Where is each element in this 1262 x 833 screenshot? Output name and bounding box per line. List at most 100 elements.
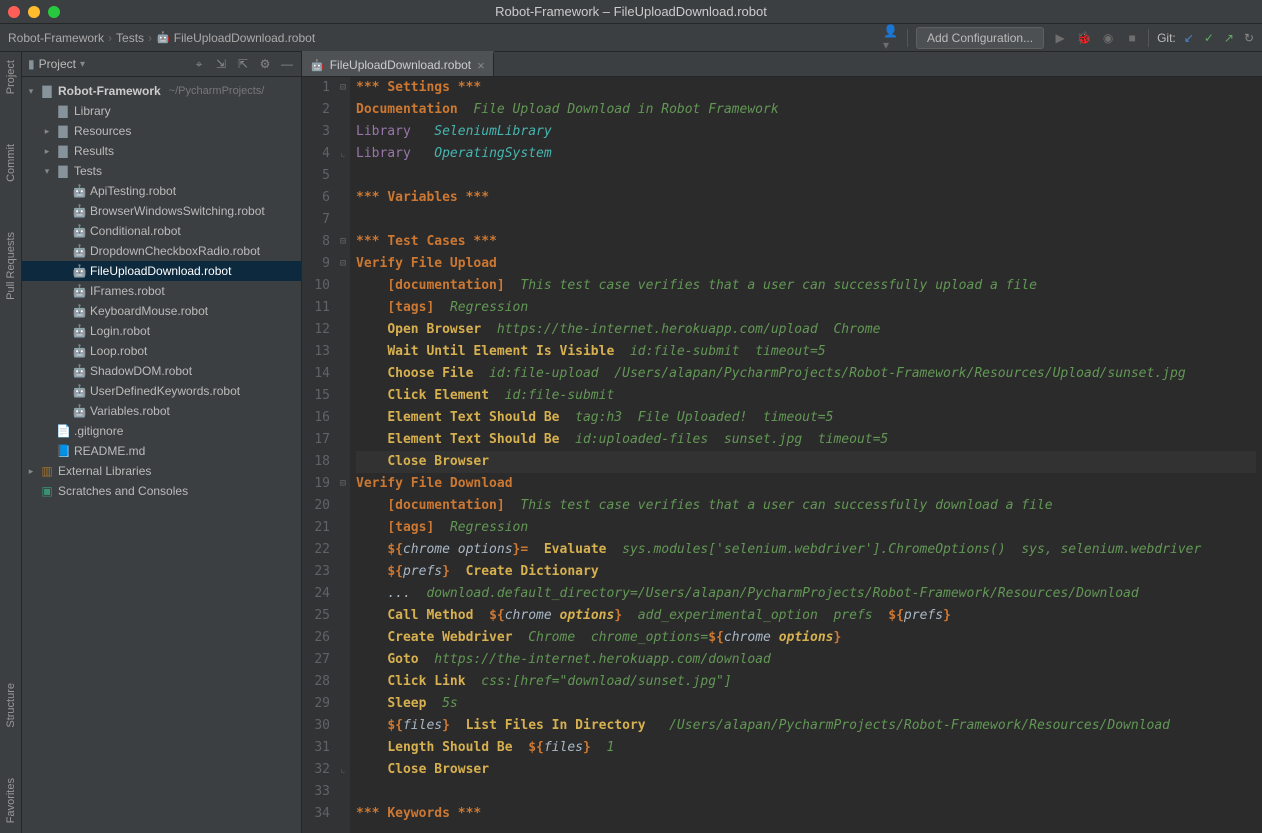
robot-file-icon: 🤖 (72, 301, 86, 321)
tree-label: Robot-Framework (58, 81, 161, 101)
robot-file-icon: 🤖 (72, 361, 86, 381)
folder-icon: ▇ (56, 161, 70, 181)
sidebar-header: ▮ Project ▾ ⌖ ⇲ ⇱ ⚙ — (22, 52, 301, 77)
editor-area: 🤖 FileUploadDownload.robot × 12345678910… (302, 52, 1262, 833)
tree-file[interactable]: 🤖Variables.robot (22, 401, 301, 421)
chevron-down-icon: ▾ (42, 161, 52, 181)
tree-root[interactable]: ▾ ▇ Robot-Framework ~/PycharmProjects/ (22, 81, 301, 101)
chevron-right-icon: › (148, 31, 152, 45)
git-commit-icon[interactable]: ✓ (1204, 31, 1214, 45)
git-pull-icon[interactable]: ↙ (1184, 31, 1194, 45)
tree-label: Results (74, 141, 114, 161)
tree-label: Resources (74, 121, 131, 141)
line-number-gutter: 12345678910 11121314151617181920 2122232… (302, 77, 336, 833)
breadcrumb-item-current[interactable]: 🤖 FileUploadDownload.robot (156, 31, 315, 45)
tree-label: Tests (74, 161, 102, 181)
chevron-down-icon: ▾ (26, 81, 36, 101)
tool-tab-commit[interactable]: Commit (5, 144, 17, 182)
window-titlebar: Robot-Framework – FileUploadDownload.rob… (0, 0, 1262, 24)
tree-label: Library (74, 101, 111, 121)
user-icon[interactable]: 👤▾ (883, 30, 899, 46)
debug-icon[interactable]: 🐞 (1076, 30, 1092, 46)
tree-file[interactable]: 🤖Loop.robot (22, 341, 301, 361)
stop-icon[interactable]: ■ (1124, 30, 1140, 46)
tree-external-libraries[interactable]: ▸▥External Libraries (22, 461, 301, 481)
hide-icon[interactable]: — (279, 57, 295, 71)
tree-file[interactable]: 🤖ShadowDOM.robot (22, 361, 301, 381)
maximize-window-icon[interactable] (48, 6, 60, 18)
toolbar-right: 👤▾ Add Configuration... ▶ 🐞 ◉ ■ Git: ↙ ✓… (883, 27, 1254, 49)
breadcrumb: Robot-Framework › Tests › 🤖 FileUploadDo… (8, 31, 315, 45)
run-icon[interactable]: ▶ (1052, 30, 1068, 46)
project-view-selector[interactable]: ▮ Project ▾ (28, 57, 85, 71)
git-label: Git: (1157, 31, 1176, 45)
window-controls (8, 6, 60, 18)
tree-file[interactable]: 🤖BrowserWindowsSwitching.robot (22, 201, 301, 221)
scratch-icon: ▣ (40, 481, 54, 501)
robot-file-icon: 🤖 (72, 321, 86, 341)
breadcrumb-item[interactable]: Tests (116, 31, 144, 45)
tree-file-gitignore[interactable]: 📄.gitignore (22, 421, 301, 441)
tool-tab-pull-requests[interactable]: Pull Requests (5, 232, 17, 300)
markdown-icon: 📘 (56, 441, 70, 461)
tool-tab-structure[interactable]: Structure (5, 683, 17, 728)
robot-file-icon: 🤖 (72, 261, 86, 281)
gear-icon[interactable]: ⚙ (257, 57, 273, 71)
expand-all-icon[interactable]: ⇲ (213, 57, 229, 71)
chevron-right-icon: ▸ (26, 461, 36, 481)
locate-icon[interactable]: ⌖ (191, 57, 207, 72)
breadcrumb-item[interactable]: Robot-Framework (8, 31, 104, 45)
robot-file-icon: 🤖 (72, 341, 86, 361)
tree-file[interactable]: 🤖KeyboardMouse.robot (22, 301, 301, 321)
breadcrumb-label: FileUploadDownload.robot (174, 31, 315, 45)
tool-tab-project[interactable]: Project (5, 60, 17, 94)
window-title: Robot-Framework – FileUploadDownload.rob… (0, 4, 1262, 19)
robot-file-icon: 🤖 (310, 59, 324, 72)
folder-icon: ▇ (40, 81, 54, 101)
tree-file[interactable]: 🤖Login.robot (22, 321, 301, 341)
robot-file-icon: 🤖 (156, 31, 170, 44)
add-configuration-button[interactable]: Add Configuration... (916, 27, 1044, 49)
tree-file[interactable]: 🤖UserDefinedKeywords.robot (22, 381, 301, 401)
tree-file[interactable]: 🤖ApiTesting.robot (22, 181, 301, 201)
chevron-right-icon: ▸ (42, 121, 52, 141)
minimize-window-icon[interactable] (28, 6, 40, 18)
file-icon: 📄 (56, 421, 70, 441)
close-tab-icon[interactable]: × (477, 58, 485, 73)
folder-icon: ▇ (56, 141, 70, 161)
tool-window-bar-left: Project Commit Pull Requests Structure F… (0, 52, 22, 833)
editor-tab-active[interactable]: 🤖 FileUploadDownload.robot × (302, 51, 494, 76)
tree-path: ~/PycharmProjects/ (169, 81, 265, 101)
tree-file-readme[interactable]: 📘README.md (22, 441, 301, 461)
fold-gutter: ⊟⌞⊟⊟ ⊟ ⌞ (336, 77, 350, 833)
collapse-all-icon[interactable]: ⇱ (235, 57, 251, 71)
folder-icon: ▇ (56, 101, 70, 121)
chevron-right-icon: › (108, 31, 112, 45)
tree-file[interactable]: 🤖DropdownCheckboxRadio.robot (22, 241, 301, 261)
tab-label: FileUploadDownload.robot (330, 58, 471, 72)
code-editor[interactable]: 12345678910 11121314151617181920 2122232… (302, 77, 1262, 833)
tree-folder-tests[interactable]: ▾ ▇ Tests (22, 161, 301, 181)
tree-file[interactable]: 🤖IFrames.robot (22, 281, 301, 301)
folder-icon: ▮ (28, 57, 35, 71)
robot-file-icon: 🤖 (72, 241, 86, 261)
tree-folder-library[interactable]: ▇ Library (22, 101, 301, 121)
git-history-icon[interactable]: ↻ (1244, 31, 1254, 45)
chevron-down-icon: ▾ (80, 59, 85, 70)
git-push-icon[interactable]: ↗ (1224, 31, 1234, 45)
robot-file-icon: 🤖 (72, 381, 86, 401)
editor-tabs: 🤖 FileUploadDownload.robot × (302, 52, 1262, 77)
project-tree: ▾ ▇ Robot-Framework ~/PycharmProjects/ ▇… (22, 77, 301, 505)
chevron-right-icon: ▸ (42, 141, 52, 161)
sidebar-title: Project (39, 57, 76, 71)
run-coverage-icon[interactable]: ◉ (1100, 30, 1116, 46)
robot-file-icon: 🤖 (72, 221, 86, 241)
tool-tab-favorites[interactable]: Favorites (5, 778, 17, 823)
close-window-icon[interactable] (8, 6, 20, 18)
tree-file[interactable]: 🤖Conditional.robot (22, 221, 301, 241)
tree-folder-results[interactable]: ▸ ▇ Results (22, 141, 301, 161)
code-content[interactable]: *** Settings *** Documentation File Uplo… (350, 77, 1262, 833)
tree-file-selected[interactable]: 🤖FileUploadDownload.robot (22, 261, 301, 281)
tree-folder-resources[interactable]: ▸ ▇ Resources (22, 121, 301, 141)
tree-scratches[interactable]: ▣Scratches and Consoles (22, 481, 301, 501)
